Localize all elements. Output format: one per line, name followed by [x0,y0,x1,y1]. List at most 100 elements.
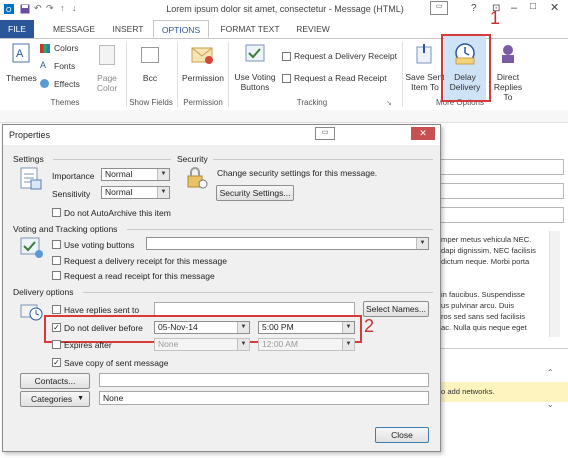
ribbon-separator [228,42,229,107]
close-window-icon[interactable]: ✕ [550,1,559,14]
permission-button[interactable]: Permission [180,43,226,93]
checkbox-box [282,74,291,83]
maximize-icon[interactable]: □ [530,1,536,12]
tab-insert[interactable]: INSERT [108,20,148,38]
expires-after-checkbox[interactable]: Expires after [52,339,152,351]
save-sent-icon [416,44,432,64]
page-color-label: Page Color [96,73,118,93]
request-read-receipt-checkbox-dialog[interactable]: Request a read receipt for this message [52,270,252,282]
message-body-text: mper metus vehicula NEC. dapi dignissim,… [441,234,547,333]
security-lock-icon [187,167,208,189]
categories-button[interactable]: Categories ▼ [20,391,90,407]
tab-file[interactable]: FILE [0,20,34,38]
expire-time-select[interactable]: 12:00 AM ▼ [258,338,355,351]
dialog-launcher-icon[interactable]: ↘ [386,99,392,107]
delivery-clock-icon [20,304,43,321]
body-line: dapi dignissim, NEC facilisis [441,246,536,255]
themes-group-label: Themes [50,98,80,107]
tab-options[interactable]: OPTIONS [153,20,209,38]
select-names-button[interactable]: Select Names... [363,301,429,317]
themes-icon: A [12,43,30,63]
use-voting-buttons-button[interactable]: Use Voting Buttons [232,43,278,95]
importance-select[interactable]: Normal ▼ [101,168,170,181]
tab-review[interactable]: REVIEW [290,20,336,38]
checkbox-checked-box: ✓ [52,358,61,367]
outlook-logo-icon: O [4,4,14,14]
down-arrow-icon[interactable]: ↓ [72,3,77,13]
checkbox-box [52,240,61,249]
voting-buttons-select[interactable]: ▼ [146,237,429,250]
request-delivery-receipt-checkbox-dialog[interactable]: Request a delivery receipt for this mess… [52,255,252,267]
request-read-receipt-checkbox[interactable]: Request a Read Receipt [282,73,402,85]
colors-button[interactable]: Colors [40,43,90,56]
chevron-down-icon: ▼ [157,169,169,180]
bcc-button[interactable]: Bcc [136,43,164,93]
chevron-down-icon: ▼ [416,238,428,249]
no-autoarchive-checkbox[interactable]: Do not AutoArchive this item [52,207,182,219]
bcc-icon [141,47,159,63]
effects-icon [40,79,49,88]
themes-label: Themes [6,73,37,83]
collapse-icon[interactable]: ⌃ [547,368,554,377]
settings-document-icon [20,167,42,190]
voting-icon [245,44,265,62]
contacts-button[interactable]: Contacts... [20,373,90,389]
redo-icon[interactable]: ↷ [46,3,54,14]
help-icon[interactable]: ? [471,3,477,14]
contacts-input[interactable] [99,373,429,387]
body-line: in faucibus. Suspendisse [441,290,526,299]
voting-tracking-heading: Voting and Tracking options [13,224,118,234]
save-copy-checkbox[interactable]: ✓ Save copy of sent message [52,357,192,369]
use-voting-buttons-checkbox[interactable]: Use voting buttons [52,239,146,251]
body-line: ros sed sans sed facilisis [441,312,525,321]
security-heading: Security [177,154,208,164]
minimize-icon[interactable]: – [511,2,517,14]
expire-time-value: 12:00 AM [262,339,298,349]
tab-format-text[interactable]: FORMAT TEXT [215,20,285,38]
security-settings-button[interactable]: Security Settings... [216,185,294,201]
up-arrow-icon[interactable]: ↑ [60,3,65,13]
save-sent-item-button[interactable]: Save Sent Item To [405,43,445,95]
request-delivery-receipt-checkbox[interactable]: Request a Delivery Receipt [282,51,402,63]
categories-input[interactable]: None [99,391,429,405]
body-line: dictum neque. Morbi porta [441,257,530,266]
themes-button[interactable]: A Themes [6,43,37,89]
close-button[interactable]: Close [375,427,429,443]
window-title: Lorem ipsum dolor sit amet, consectetur … [166,4,404,14]
show-fields-group-label: Show Fields [129,98,173,107]
body-line: ac. Nulla quis neque eget [441,323,527,332]
undo-icon[interactable]: ↶ [34,3,42,14]
direct-replies-button[interactable]: Direct Replies To [490,43,526,102]
checkbox-box [282,52,291,61]
body-line: us pulvinar arcu. Duis [441,301,515,310]
colors-icon [40,44,50,53]
categories-label: Categories [31,394,73,404]
effects-button[interactable]: Effects [40,79,90,92]
dialog-restore-icon[interactable]: ▭ [315,127,335,140]
scrollbar[interactable] [549,231,560,337]
checkbox-box [52,208,61,217]
svg-text:A: A [16,48,24,60]
settings-heading: Settings [13,154,44,164]
message-header-field [438,207,564,223]
divider [83,292,433,293]
quick-access-strip [0,110,568,123]
fonts-button[interactable]: A Fonts [40,60,90,74]
effects-label: Effects [54,79,80,89]
divider [127,229,433,230]
bcc-label: Bcc [142,73,158,83]
save-icon[interactable] [20,4,30,14]
checkbox-box [52,340,61,349]
save-sent-label: Save Sent Item To [405,72,445,92]
page-color-button[interactable]: Page Color [92,43,122,93]
tab-message[interactable]: MESSAGE [44,20,104,38]
dialog-close-icon[interactable]: ✕ [411,127,435,140]
sensitivity-select[interactable]: Normal ▼ [101,186,170,199]
ribbon-separator [402,42,403,107]
replies-sent-to-input[interactable] [154,302,355,316]
expire-date-select[interactable]: None ▼ [154,338,250,351]
chevron-down-icon: ▼ [342,339,354,350]
restore-window-icon[interactable]: ▭ [430,1,448,15]
have-replies-sent-to-label: Have replies sent to [64,305,140,315]
expand-icon[interactable]: ⌄ [547,400,554,409]
